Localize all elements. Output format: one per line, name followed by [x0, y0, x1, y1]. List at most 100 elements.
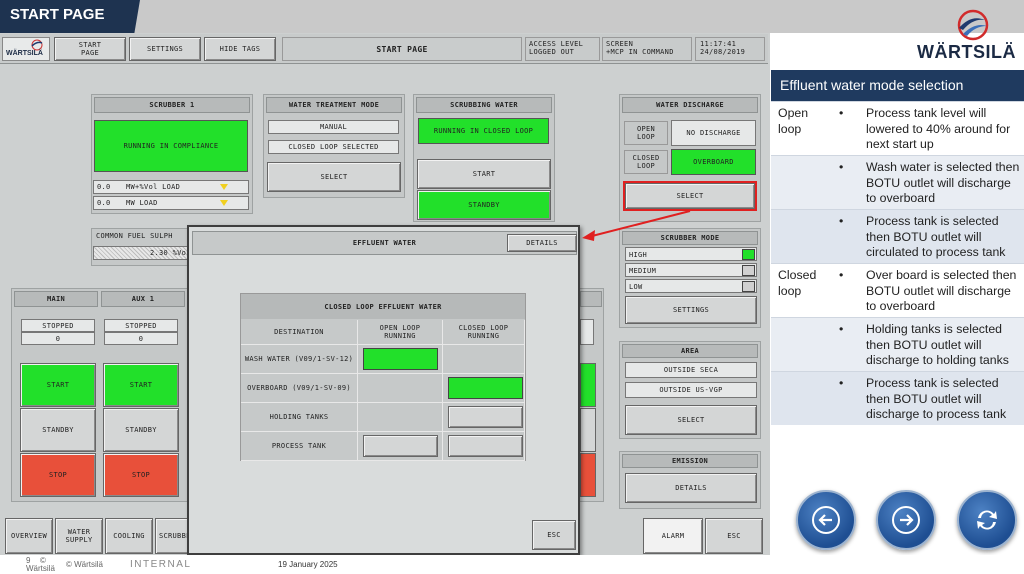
- nav-overview-button[interactable]: OVERVIEW: [5, 518, 53, 554]
- hmi-settings-button[interactable]: SETTINGS: [129, 37, 201, 61]
- wash-water-open-loop-button[interactable]: [363, 348, 438, 370]
- explanation-row-bullet: •: [839, 322, 844, 336]
- explanation-row-bullet: •: [839, 160, 844, 174]
- emission-title: EMISSION: [622, 454, 758, 468]
- nav-alarm-button[interactable]: ALARM: [643, 518, 703, 554]
- pump-partial-title: [580, 291, 602, 307]
- explanation-row-text: Process tank level will lowered to 40% a…: [866, 106, 1011, 151]
- datetime-box: 11:17:41 24/08/2019: [695, 37, 765, 61]
- col-closed-loop-header: CLOSED LOOP RUNNING: [443, 320, 525, 345]
- overboard-closed-loop-button[interactable]: [448, 377, 523, 399]
- effluent-water-popup: EFFLUENT WATER DETAILS CLOSED LOOP EFFLU…: [187, 225, 580, 555]
- nav-esc-button[interactable]: ESC: [705, 518, 763, 554]
- forward-icon: [892, 506, 920, 534]
- scrubbing-water-start-button[interactable]: START: [417, 159, 551, 189]
- popup-details-button[interactable]: DETAILS: [507, 234, 577, 252]
- scrubber-row-1: 0.0 MW+%Vol LOAD: [93, 180, 249, 194]
- popup-esc-button[interactable]: ESC: [532, 520, 576, 550]
- explanation-header: Effluent water mode selection: [771, 70, 1024, 101]
- explanation-row-text: Wash water is selected then BOTU outlet …: [866, 160, 1020, 205]
- explanation-row-bullet: •: [839, 106, 844, 120]
- wartsila-wordmark: WÄRTSILÄ: [917, 42, 1016, 62]
- explanation-row-text: Process tank is selected then BOTU outle…: [866, 376, 1007, 421]
- footer-brand: Wärtsilä: [26, 564, 55, 573]
- scrubbing-water-status: RUNNING IN CLOSED LOOP: [418, 118, 549, 144]
- scrubber-mode-title: SCRUBBER MODE: [622, 231, 758, 245]
- scrubbing-water-title: SCRUBBING WATER: [416, 97, 552, 113]
- water-treatment-select-button[interactable]: SELECT: [267, 162, 401, 192]
- scrubber-mode-high-label: HIGH: [629, 251, 648, 259]
- table-title: CLOSED LOOP EFFLUENT WATER: [241, 294, 525, 319]
- hmi-date: 24/08/2019: [700, 48, 746, 56]
- pump-aux1-title: AUX 1: [101, 291, 185, 307]
- scrubber-title: SCRUBBER 1: [94, 97, 250, 113]
- scrubber-mode-medium-indicator[interactable]: [742, 265, 755, 276]
- explanation-row-bullet: •: [839, 268, 844, 282]
- pump-aux1-stop-button[interactable]: STOP: [103, 453, 179, 497]
- pump-main-stop-button[interactable]: STOP: [20, 453, 96, 497]
- footer-classification: INTERNAL: [130, 559, 192, 570]
- scrubber-mode-settings-button[interactable]: SETTINGS: [625, 296, 757, 324]
- screen-value: +MCP IN COMMAND: [606, 48, 674, 56]
- refresh-button[interactable]: [957, 490, 1017, 550]
- pump-aux1-standby-button[interactable]: STANDBY: [103, 408, 179, 452]
- col-open-loop-header: OPEN LOOP RUNNING: [358, 320, 443, 345]
- water-treatment-mode: MANUAL: [268, 120, 399, 134]
- slide-title: START PAGE: [0, 0, 140, 33]
- process-tank-open-loop-button[interactable]: [363, 435, 438, 457]
- water-treatment-state: CLOSED LOOP SELECTED: [268, 140, 399, 154]
- scrubber-mode-low-indicator[interactable]: [742, 281, 755, 292]
- pump-main-standby-button[interactable]: STANDBY: [20, 408, 96, 452]
- process-tank-closed-loop-button[interactable]: [448, 435, 523, 457]
- pump-partial-standby[interactable]: [580, 408, 596, 452]
- explanation-row: Closed loop • Over board is selected then …: [771, 263, 1024, 317]
- pump-partial-start[interactable]: [580, 363, 596, 407]
- explanation-row-category: Open loop: [778, 106, 809, 136]
- scrubbing-water-standby-button[interactable]: STANDBY: [417, 190, 551, 220]
- col-destination-header: DESTINATION: [241, 320, 358, 345]
- explanation-row: • Process tank is selected then BOTU outl…: [771, 371, 1024, 425]
- pump-main-start-button[interactable]: START: [20, 363, 96, 407]
- pump-partial-status: [580, 319, 594, 345]
- scrubber-row-2-label: MW LOAD: [126, 199, 158, 207]
- row-holding-tanks-open-cell: [358, 403, 443, 432]
- scrubber-mode-high-indicator[interactable]: [742, 249, 755, 260]
- hmi-start-page-button[interactable]: START PAGE: [54, 37, 126, 61]
- fuel-sulphur-value: 2.30 %Vo: [93, 246, 189, 260]
- hmi-logo-text: WÄRTSILÄ: [6, 50, 43, 57]
- back-button[interactable]: [796, 490, 856, 550]
- hmi-page-title: START PAGE: [282, 37, 522, 61]
- pump-aux1-start-button[interactable]: START: [103, 363, 179, 407]
- scrubber-status: RUNNING IN COMPLIANCE: [94, 120, 248, 172]
- forward-button[interactable]: [876, 490, 936, 550]
- refresh-icon: [977, 510, 997, 530]
- pump-main-title: MAIN: [14, 291, 98, 307]
- pump-partial-stop[interactable]: [580, 453, 596, 497]
- explanation-row-bullet: •: [839, 214, 844, 228]
- scrubber-mode-low-label: LOW: [629, 283, 643, 291]
- footer-copyright: © Wärtsilä: [66, 560, 104, 569]
- nav-cooling-button[interactable]: COOLING: [105, 518, 153, 554]
- slide-footer: 9 © Wärtsilä © Wärtsilä INTERNAL 19 Janu…: [0, 555, 1024, 574]
- water-treatment-title: WATER TREATMENT MODE: [266, 97, 402, 113]
- water-discharge-select-button[interactable]: SELECT: [623, 181, 757, 211]
- scrubber-mode-high: HIGH: [625, 247, 757, 261]
- screen-label: SCREEN: [606, 40, 634, 48]
- scrubber-mode-low: LOW: [625, 279, 757, 293]
- hmi-hide-tags-button[interactable]: HIDE TAGS: [204, 37, 276, 61]
- closed-loop-effluent-table: CLOSED LOOP EFFLUENT WATER DESTINATION O…: [240, 293, 526, 461]
- explanation-row: • Holding tanks is selected then BOTU out…: [771, 317, 1024, 371]
- effluent-mode-explanation: Effluent water mode selection Open loop •…: [771, 70, 1024, 428]
- emission-details-button[interactable]: DETAILS: [625, 473, 757, 503]
- row-overboard-label: OVERBOARD (V09/1-SV-09): [241, 374, 358, 403]
- holding-tanks-closed-loop-button[interactable]: [448, 406, 523, 428]
- nav-water-supply-button[interactable]: WATER SUPPLY: [55, 518, 103, 554]
- wartsila-logo: WÄRTSILÄ: [915, 8, 1015, 64]
- explanation-row: Open loop • Process tank level will lowere…: [771, 101, 1024, 155]
- pump-aux1-status: STOPPED: [104, 319, 178, 332]
- explanation-row-category: Closed loop: [778, 268, 817, 298]
- scrubber-mode-medium-label: MEDIUM: [629, 267, 657, 275]
- area-select-button[interactable]: SELECT: [625, 405, 757, 435]
- open-loop-discharge-value: NO DISCHARGE: [671, 120, 756, 146]
- scrubber-row-1-label: MW+%Vol LOAD: [126, 183, 181, 191]
